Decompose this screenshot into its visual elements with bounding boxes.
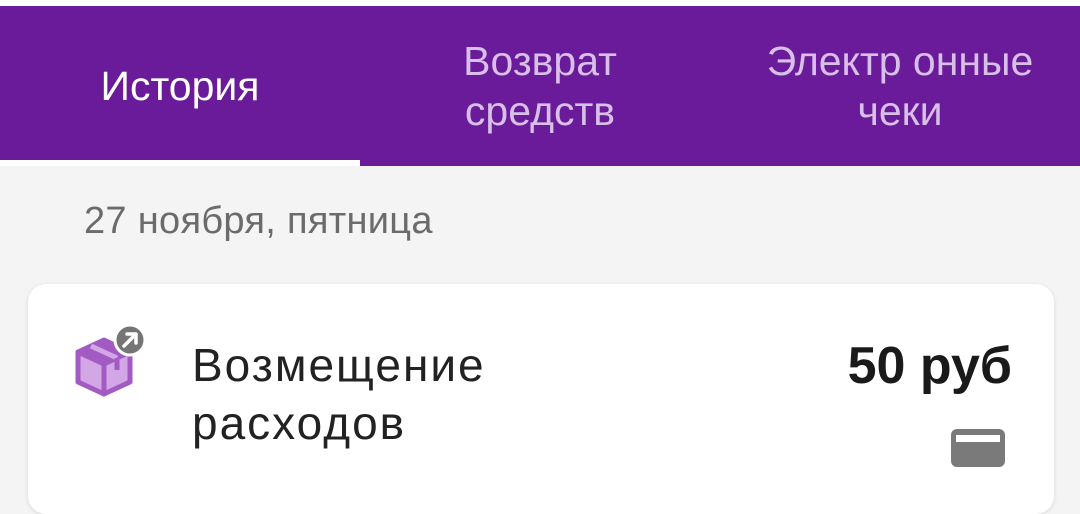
date-header: 27 ноября, пятница [84, 200, 433, 242]
credit-card-icon [950, 428, 1006, 468]
tab-history[interactable]: История [0, 6, 360, 166]
active-tab-indicator [0, 160, 360, 166]
tab-refunds-label: Возврат средств [463, 38, 617, 134]
transaction-title: Возмещение расходов [192, 339, 486, 449]
tab-bar: История Возврат средств Электр онные чек… [0, 6, 1080, 166]
tab-e-receipts-label: Электр онные чеки [766, 38, 1034, 134]
tab-history-label: История [100, 63, 260, 109]
transaction-card[interactable]: Возмещение расходов 50 руб [28, 284, 1054, 514]
tab-e-receipts[interactable]: Электр онные чеки [720, 6, 1080, 166]
transaction-amount: 50 руб [847, 337, 1012, 395]
arrow-out-icon [113, 323, 147, 357]
tab-refunds[interactable]: Возврат средств [360, 6, 720, 166]
package-box-icon [70, 323, 150, 404]
